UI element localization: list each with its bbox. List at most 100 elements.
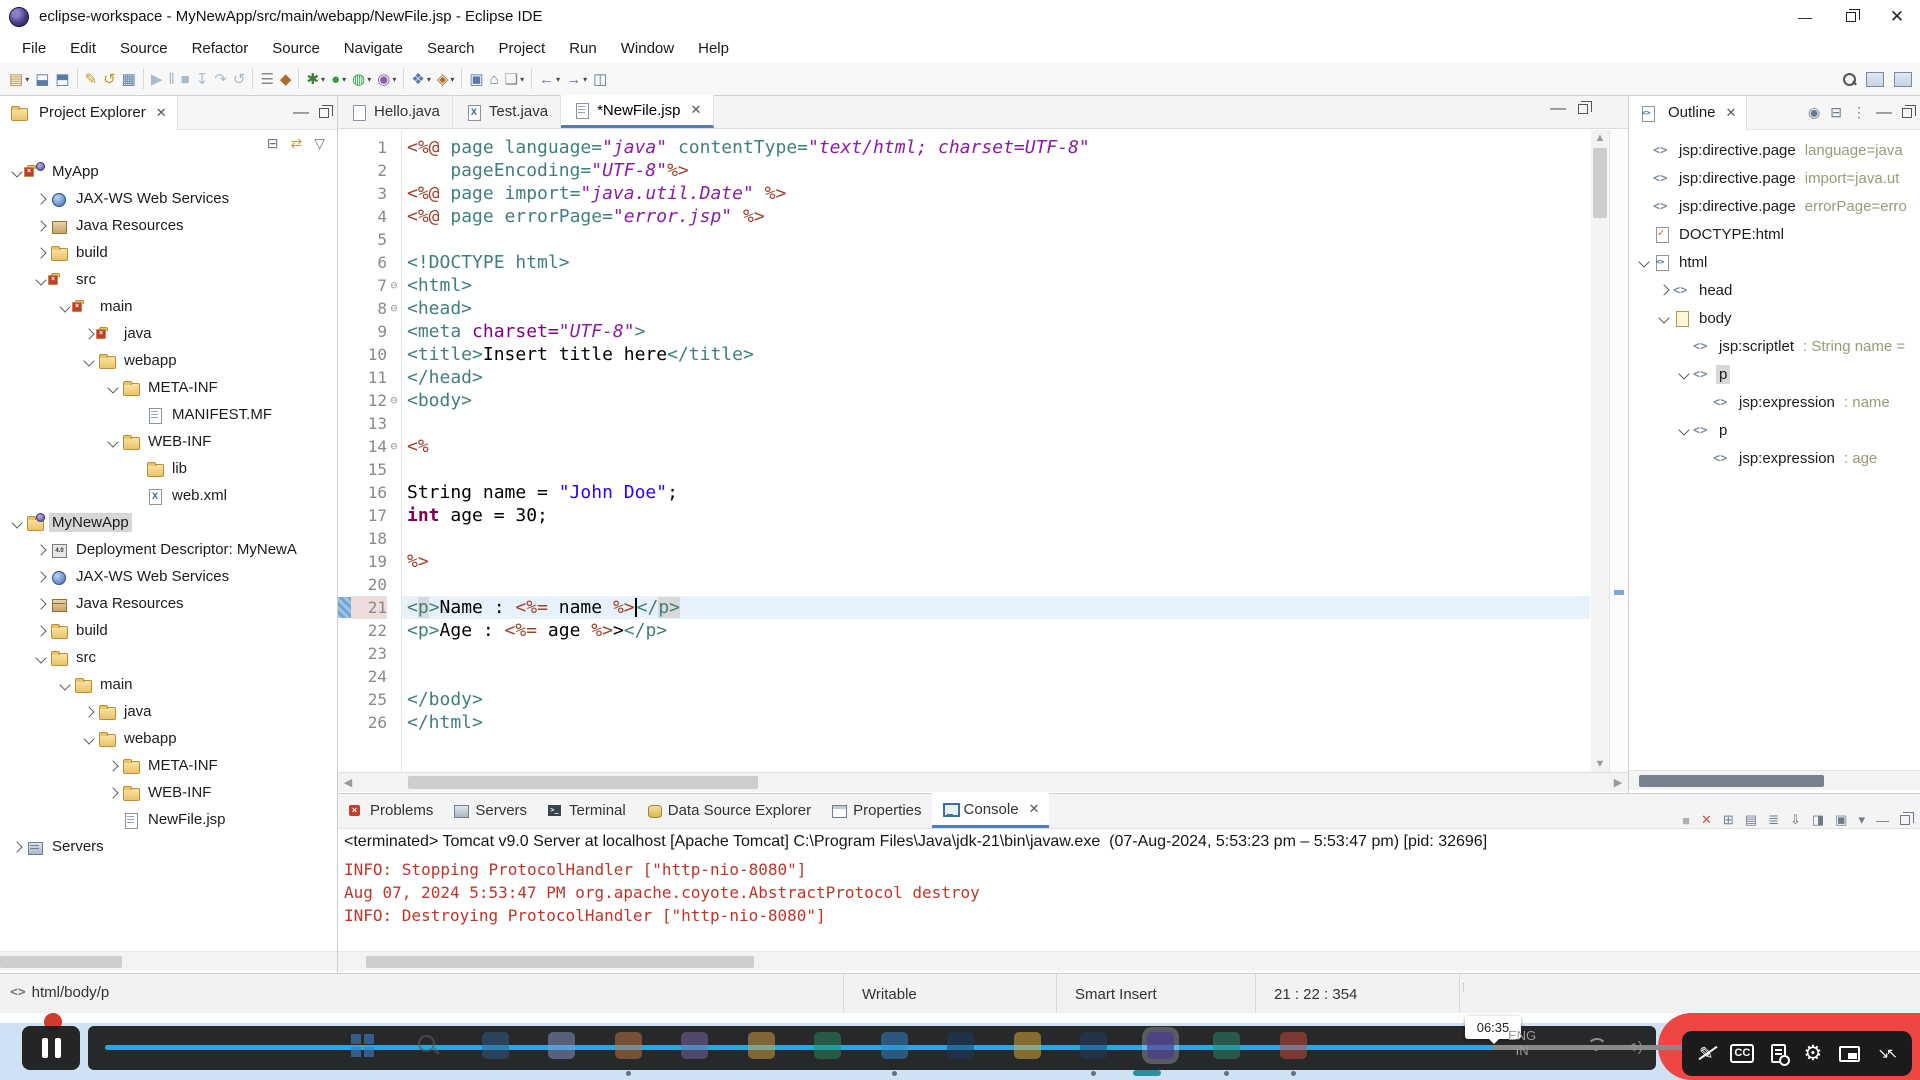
code-line-3[interactable]: 3<%@ page import="java.util.Date" %>	[338, 182, 1590, 205]
app-icon[interactable]	[482, 1032, 509, 1059]
code-line-23[interactable]: 23	[338, 642, 1590, 665]
console-tab-servers[interactable]: Servers	[443, 793, 537, 828]
expand-arrow-icon[interactable]	[11, 841, 22, 852]
tree-item-java[interactable]: java	[0, 320, 337, 347]
app-icon[interactable]	[1213, 1032, 1240, 1059]
back-icon[interactable]: ←▾	[536, 67, 563, 91]
app-icon[interactable]	[881, 1032, 908, 1059]
menu-refactor[interactable]: Refactor	[180, 40, 261, 57]
dropdown-arrow-icon[interactable]: ▾	[556, 75, 560, 84]
code-line-17[interactable]: 17int age = 30;	[338, 504, 1590, 527]
tree-item-main[interactable]: main	[0, 293, 337, 320]
windows-start-icon[interactable]	[349, 1032, 376, 1059]
code-line-19[interactable]: 19%>	[338, 550, 1590, 573]
collapse-arrow-icon[interactable]	[59, 679, 70, 690]
maximize-view-icon[interactable]	[319, 108, 329, 118]
tree-item-meta-inf[interactable]: META-INF	[0, 374, 337, 401]
search-icon[interactable]	[1843, 73, 1856, 86]
code-line-24[interactable]: 24	[338, 665, 1590, 688]
collapse-all-icon[interactable]: ⊟	[1830, 104, 1842, 121]
tree-item-web-inf[interactable]: WEB-INF	[0, 428, 337, 455]
tree-item-java-resources[interactable]: Java Resources	[0, 212, 337, 239]
expand-arrow-icon[interactable]	[35, 544, 46, 555]
expand-arrow-icon[interactable]	[83, 328, 94, 339]
tree-item-meta-inf[interactable]: META-INF	[0, 752, 337, 779]
outline-item-p[interactable]: p	[1629, 360, 1920, 388]
editor-horizontal-scrollbar[interactable]: ◀ ▶	[338, 772, 1628, 792]
code-line-7[interactable]: 7⊖<html>	[338, 274, 1590, 297]
console-tab-data-source-explorer[interactable]: Data Source Explorer	[636, 793, 821, 828]
collapse-arrow-icon[interactable]	[1678, 424, 1689, 435]
tree-item-newfile-jsp[interactable]: NewFile.jsp	[0, 806, 337, 833]
volume-icon[interactable]: ◄)	[1624, 1038, 1643, 1054]
collapse-arrow-icon[interactable]	[11, 517, 22, 528]
save-icon[interactable]: ⬓	[32, 67, 52, 91]
outline-item-doctype-html[interactable]: DOCTYPE:html	[1629, 220, 1920, 248]
menu-source[interactable]: Source	[108, 40, 180, 57]
tree-item-manifest-mf[interactable]: MANIFEST.MF	[0, 401, 337, 428]
code-line-18[interactable]: 18	[338, 527, 1590, 550]
menu-window[interactable]: Window	[609, 40, 686, 57]
outline-item-p[interactable]: p	[1629, 416, 1920, 444]
overview-ruler[interactable]	[1609, 130, 1628, 772]
tree-item-jax-ws-web-services[interactable]: JAX-WS Web Services	[0, 185, 337, 212]
minimize-view-icon[interactable]: —	[1876, 813, 1889, 828]
step-return-icon[interactable]: ↺	[230, 67, 249, 91]
code-line-11[interactable]: 11</head>	[338, 366, 1590, 389]
pause-button[interactable]	[22, 1026, 80, 1070]
tree-item-lib[interactable]: lib	[0, 455, 337, 482]
code-line-13[interactable]: 13	[338, 412, 1590, 435]
code-line-12[interactable]: 12⊖<body>	[338, 389, 1590, 412]
java-perspective-icon[interactable]	[1894, 72, 1912, 87]
console-tab-properties[interactable]: Properties	[821, 793, 931, 828]
collapse-arrow-icon[interactable]	[59, 301, 70, 312]
open-console-icon[interactable]: ▾	[1858, 812, 1865, 828]
tree-item-java[interactable]: java	[0, 698, 337, 725]
code-line-2[interactable]: 2 pageEncoding="UTF-8"%>	[338, 159, 1590, 182]
app-icon[interactable]	[1280, 1032, 1307, 1059]
edit-icon[interactable]: ✎	[82, 67, 101, 91]
expand-arrow-icon[interactable]	[107, 787, 118, 798]
collapse-all-icon[interactable]: ⊟	[267, 135, 279, 152]
editor-tab-hello-java[interactable]: Hello.java	[338, 95, 453, 128]
expand-arrow-icon[interactable]	[35, 193, 46, 204]
view-menu-icon[interactable]: ⋮	[1852, 104, 1866, 121]
open-element-icon[interactable]: ▦	[119, 67, 139, 91]
fold-icon[interactable]: ⊖	[387, 389, 401, 412]
forward-icon[interactable]: →▾	[563, 67, 590, 91]
maximize-view-icon[interactable]	[1900, 815, 1910, 825]
console-tab-terminal[interactable]: Terminal	[537, 793, 636, 828]
mark-icon[interactable]: ◆	[277, 67, 295, 91]
app-icon[interactable]	[548, 1032, 575, 1059]
code-line-8[interactable]: 8⊖<head>	[338, 297, 1590, 320]
tree-item-deployment-descriptor-mynewa[interactable]: Deployment Descriptor: MyNewA	[0, 536, 337, 563]
remove-all-icon[interactable]: ⊞	[1723, 812, 1734, 828]
maximize-view-icon[interactable]	[1902, 108, 1912, 118]
console-tab-console[interactable]: Console✕	[932, 793, 1050, 828]
restore-button[interactable]	[1828, 0, 1874, 33]
close-icon[interactable]: ✕	[690, 102, 701, 118]
word-wrap-icon[interactable]: ⇩	[1790, 812, 1801, 828]
dropdown-arrow-icon[interactable]: ▾	[450, 75, 454, 84]
outline-item-jsp-directive-page[interactable]: jsp:directive.pageerrorPage=erro	[1629, 192, 1920, 220]
project-explorer-scrollbar[interactable]	[0, 951, 337, 971]
collapse-arrow-icon[interactable]	[1638, 256, 1649, 267]
outline-item-jsp-scriptlet[interactable]: jsp:scriptlet: String name =	[1629, 332, 1920, 360]
console-horizontal-scrollbar[interactable]	[338, 951, 1920, 971]
menu-source[interactable]: Source	[260, 40, 332, 57]
code-line-14[interactable]: 14⊖<%	[338, 435, 1590, 458]
menu-project[interactable]: Project	[487, 40, 558, 57]
app-icon[interactable]	[615, 1032, 642, 1059]
drawing-off-icon[interactable]: ✎	[1699, 1044, 1713, 1064]
app-icon[interactable]	[681, 1032, 708, 1059]
collapse-arrow-icon[interactable]	[35, 274, 46, 285]
collapse-arrow-icon[interactable]	[83, 733, 94, 744]
clear-console-icon[interactable]: ▤	[1745, 812, 1757, 828]
outline-item-html[interactable]: html	[1629, 248, 1920, 276]
code-line-20[interactable]: 20	[338, 573, 1590, 596]
pin-console-icon[interactable]: ◨	[1812, 812, 1824, 828]
deploy-icon[interactable]: ◈▾	[434, 67, 458, 91]
collapse-arrow-icon[interactable]	[35, 652, 46, 663]
close-button[interactable]: ✕	[1874, 0, 1920, 33]
menu-search[interactable]: Search	[415, 40, 487, 57]
